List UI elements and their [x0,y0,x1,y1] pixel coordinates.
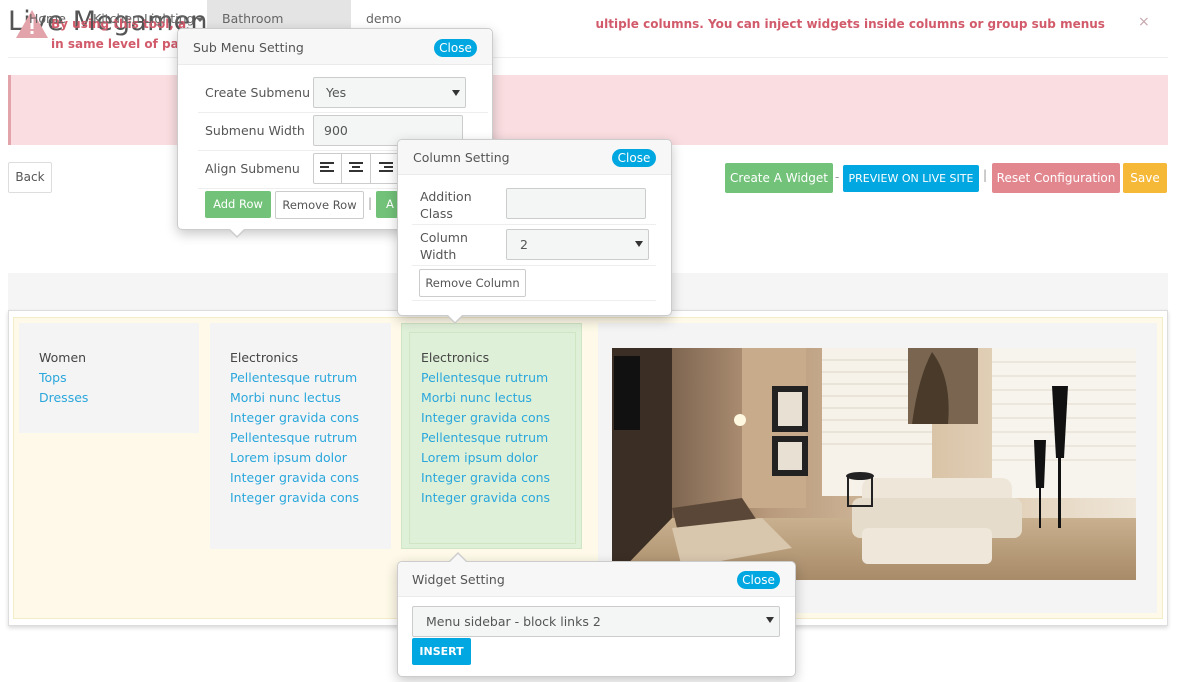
column-close-button[interactable]: Close [612,149,656,167]
column-link[interactable]: Pellentesque rutrum [421,370,548,385]
column-link[interactable]: Lorem ipsum dolor [421,450,538,465]
submenu-close-button[interactable]: Close [434,39,477,57]
align-center-icon[interactable] [349,162,363,174]
column-link[interactable]: Integer gravida cons [230,470,359,485]
column-link[interactable]: Lorem ipsum dolor [230,450,347,465]
column-width-select[interactable]: 2 [506,229,649,260]
widget-close-button[interactable]: Close [737,571,780,589]
column-link[interactable]: Morbi nunc lectus [421,390,532,405]
select-caret-icon [452,90,460,96]
create-submenu-label: Create Submenu [205,85,311,100]
row-divider [412,224,656,225]
insert-widget-button[interactable]: INSERT [412,638,471,665]
divider [341,153,342,184]
column-heading: Electronics [230,350,299,365]
column-link[interactable]: Integer gravida cons [421,490,550,505]
row-divider [412,300,656,301]
addition-class-label: Addition Class [420,189,472,221]
widget-setting-title: Widget Setting [412,572,505,587]
column-link[interactable]: Pellentesque rutrum [230,370,357,385]
create-widget-button[interactable]: Create A Widget [725,163,833,193]
select-caret-icon [635,241,643,247]
remove-column-button[interactable]: Remove Column [419,269,526,297]
column-link[interactable]: Integer gravida cons [421,470,550,485]
popover-arrow [229,228,245,236]
align-right-icon[interactable] [379,162,393,174]
column-link[interactable]: Morbi nunc lectus [230,390,341,405]
column-heading: Electronics [421,350,490,365]
living-room-image [612,348,1136,580]
reset-configuration-button[interactable]: Reset Configuration [992,163,1120,193]
submenu-setting-title: Sub Menu Setting [193,40,304,55]
button-separator: | [368,196,373,210]
toolbar-separator: - [835,170,840,184]
row-divider [198,112,488,113]
column-heading: Women [39,350,87,365]
align-left-icon[interactable] [320,162,334,174]
save-button[interactable]: Save [1123,163,1167,193]
nav-item-home[interactable]: Home [29,0,66,37]
caret-down-icon [196,17,205,22]
column-link[interactable]: Pellentesque rutrum [421,430,548,445]
create-submenu-select[interactable]: Yes [313,77,466,108]
back-button[interactable]: Back [8,162,52,193]
align-submenu-label: Align Submenu [205,161,300,176]
column-link[interactable]: Integer gravida cons [230,490,359,505]
addition-class-input[interactable] [506,188,646,219]
divider [370,153,371,184]
toolbar-separator: | [983,168,988,182]
column-width-label: Column Width [420,230,468,262]
column-link[interactable]: Tops [39,370,67,385]
row-divider [412,265,656,266]
submenu-width-label: Submenu Width [205,123,305,138]
add-row-button[interactable]: Add Row [205,191,271,218]
select-caret-icon [766,617,774,623]
popover-arrow [450,554,466,562]
preview-live-site-button[interactable]: PREVIEW ON LIVE SITE [843,165,979,192]
widget-select[interactable]: Menu sidebar - block links 2 [412,606,780,637]
remove-row-button[interactable]: Remove Row [275,191,364,219]
column-link[interactable]: Integer gravida cons [421,410,550,425]
column-link[interactable]: Pellentesque rutrum [230,430,357,445]
column-link[interactable]: Integer gravida cons [230,410,359,425]
popover-arrow [447,314,463,322]
column-setting-title: Column Setting [413,150,510,165]
column-link[interactable]: Dresses [39,390,88,405]
alert-close-icon[interactable]: × [1138,14,1150,30]
add-column-button[interactable]: A [376,191,398,218]
